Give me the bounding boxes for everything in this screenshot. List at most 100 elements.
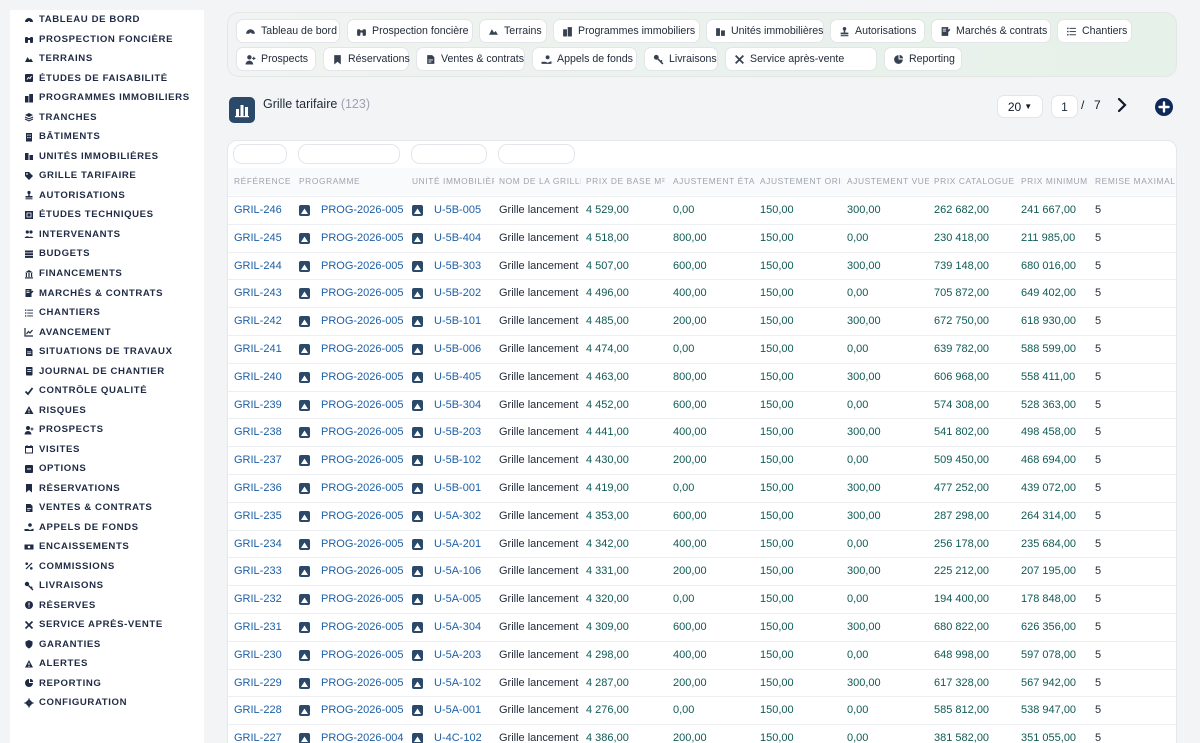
cell-unit[interactable]: U-5A-302 [434,503,494,530]
table-row[interactable]: GRIL-227 PROG-2026-004 U-4C-102 Grille lanc… [228,724,1176,743]
cell-unit[interactable]: U-5B-006 [434,336,494,363]
column-header[interactable]: NOM DE LA GRILLE [499,168,581,195]
column-header[interactable]: PRIX MINIMUM [1021,168,1091,195]
sidebar-item-journal-de-chantier[interactable]: JOURNAL DE CHANTIER [10,361,204,381]
sidebar-item-ventes-contrats[interactable]: VENTES & CONTRATS [10,498,204,518]
sidebar-item-grille-tarifaire[interactable]: GRILLE TARIFAIRE [10,166,204,186]
column-header[interactable]: AJUSTEMENT ORIENTATION [760,168,842,195]
sidebar-item-unites-immobilieres[interactable]: UNITÉS IMMOBILIÈRES [10,147,204,167]
cell-unit[interactable]: U-5B-405 [434,364,494,391]
sidebar-item-service-apres-vente[interactable]: SERVICE APRÈS-VENTE [10,615,204,635]
column-header[interactable]: PRIX CATALOGUE [934,168,1016,195]
column-header[interactable]: PROGRAMME [299,168,407,195]
cell-unit[interactable]: U-5A-005 [434,586,494,613]
sidebar-item-reserves[interactable]: RÉSERVES [10,596,204,616]
cell-programme[interactable]: PROG-2026-005 [321,642,407,669]
sidebar-item-tranches[interactable]: TRANCHES [10,108,204,128]
cell-reference[interactable]: GRIL-230 [234,642,292,669]
table-row[interactable]: GRIL-236 PROG-2026-005 U-5B-001 Grille lanc… [228,474,1176,502]
column-header[interactable]: REMISE MAXIMALE [1095,168,1175,195]
cell-unit[interactable]: U-5A-106 [434,558,494,585]
sidebar-item-etudes-de-faisabilite[interactable]: ÉTUDES DE FAISABILITÉ [10,69,204,89]
cell-reference[interactable]: GRIL-238 [234,419,292,446]
sidebar-item-livraisons[interactable]: LIVRAISONS [10,576,204,596]
sidebar-item-situations-de-travaux[interactable]: SITUATIONS DE TRAVAUX [10,342,204,362]
nav-terrains-button[interactable]: Terrains [479,19,547,43]
sidebar-item-appels-de-fonds[interactable]: APPELS DE FONDS [10,518,204,538]
cell-programme[interactable]: PROG-2026-005 [321,503,407,530]
cell-programme[interactable]: PROG-2026-005 [321,697,407,724]
table-row[interactable]: GRIL-241 PROG-2026-005 U-5B-006 Grille lanc… [228,335,1176,363]
nav-autorisations-button[interactable]: Autorisations [830,19,925,43]
sidebar-item-etudes-techniques[interactable]: ÉTUDES TECHNIQUES [10,205,204,225]
cell-unit[interactable]: U-5A-102 [434,670,494,697]
cell-programme[interactable]: PROG-2026-005 [321,253,407,280]
nav-chantiers-button[interactable]: Chantiers [1057,19,1132,43]
cell-reference[interactable]: GRIL-229 [234,670,292,697]
cell-unit[interactable]: U-5B-101 [434,308,494,335]
cell-programme[interactable]: PROG-2026-005 [321,558,407,585]
nav-livraisons-button[interactable]: Livraisons [644,47,718,71]
cell-programme[interactable]: PROG-2026-005 [321,531,407,558]
column-header[interactable]: UNITÉ IMMOBILIÈRE [412,168,494,195]
cell-reference[interactable]: GRIL-244 [234,253,292,280]
cell-reference[interactable]: GRIL-240 [234,364,292,391]
table-row[interactable]: GRIL-242 PROG-2026-005 U-5B-101 Grille lanc… [228,307,1176,335]
sidebar-item-terrains[interactable]: TERRAINS [10,49,204,69]
table-row[interactable]: GRIL-244 PROG-2026-005 U-5B-303 Grille lanc… [228,251,1176,280]
sidebar-item-autorisations[interactable]: AUTORISATIONS [10,186,204,206]
sidebar-item-prospection-fonciere[interactable]: PROSPECTION FONCIÈRE [10,30,204,50]
column-header[interactable]: AJUSTEMENT VUE [847,168,929,195]
nav-ventes-contrats-button[interactable]: Ventes & contrats [416,47,525,71]
sidebar-item-options[interactable]: OPTIONS [10,459,204,479]
column-header[interactable]: RÉFÉRENCE [234,168,292,195]
nav-appels-de-fonds-button[interactable]: Appels de fonds [532,47,637,71]
table-row[interactable]: GRIL-237 PROG-2026-005 U-5B-102 Grille lanc… [228,446,1176,474]
sidebar-item-marches-contrats[interactable]: MARCHÉS & CONTRATS [10,283,204,303]
cell-programme[interactable]: PROG-2026-005 [321,419,407,446]
add-record-button[interactable] [1155,98,1173,116]
page-size-select[interactable]: 20 ▼ [997,95,1043,118]
sidebar-item-reporting[interactable]: REPORTING [10,674,204,694]
filter-unit-input[interactable] [411,144,487,164]
table-row[interactable]: GRIL-234 PROG-2026-005 U-5A-201 Grille lanc… [228,529,1176,558]
column-header[interactable]: AJUSTEMENT ÉTAGE [673,168,755,195]
cell-reference[interactable]: GRIL-236 [234,475,292,502]
cell-reference[interactable]: GRIL-239 [234,392,292,419]
cell-programme[interactable]: PROG-2026-005 [321,308,407,335]
cell-programme[interactable]: PROG-2026-005 [321,225,407,252]
cell-unit[interactable]: U-5A-203 [434,642,494,669]
cell-reference[interactable]: GRIL-243 [234,280,292,307]
cell-reference[interactable]: GRIL-246 [234,197,292,224]
table-row[interactable]: GRIL-231 PROG-2026-005 U-5A-304 Grille lanc… [228,613,1176,641]
cell-unit[interactable]: U-5B-202 [434,280,494,307]
cell-unit[interactable]: U-5A-001 [434,697,494,724]
cell-programme[interactable]: PROG-2026-005 [321,197,407,224]
filter-grid-name-input[interactable] [498,144,575,164]
cell-reference[interactable]: GRIL-233 [234,558,292,585]
nav-prospects-button[interactable]: Prospects [236,47,316,71]
cell-reference[interactable]: GRIL-241 [234,336,292,363]
nav-prospection-fonciere-button[interactable]: Prospection foncière [347,19,473,43]
sidebar-item-configuration[interactable]: CONFIGURATION [10,693,204,713]
sidebar-item-tableau-de-bord[interactable]: TABLEAU DE BORD [10,10,204,30]
table-row[interactable]: GRIL-243 PROG-2026-005 U-5B-202 Grille lanc… [228,279,1176,307]
table-row[interactable]: GRIL-240 PROG-2026-005 U-5B-405 Grille lanc… [228,362,1176,391]
nav-tableau-de-bord-button[interactable]: Tableau de bord [236,19,340,43]
cell-programme[interactable]: PROG-2026-005 [321,670,407,697]
cell-unit[interactable]: U-5A-304 [434,614,494,641]
nav-unites-immobilieres-button[interactable]: Unités immobilières [706,19,824,43]
cell-reference[interactable]: GRIL-232 [234,586,292,613]
cell-reference[interactable]: GRIL-237 [234,447,292,474]
sidebar-item-garanties[interactable]: GARANTIES [10,635,204,655]
table-row[interactable]: GRIL-246 PROG-2026-005 U-5B-005 Grille lanc… [228,196,1176,224]
sidebar-item-prospects[interactable]: PROSPECTS [10,420,204,440]
nav-marches-contrats-button[interactable]: Marchés & contrats [931,19,1051,43]
cell-reference[interactable]: GRIL-228 [234,697,292,724]
sidebar-item-alertes[interactable]: ALERTES [10,654,204,674]
sidebar-item-risques[interactable]: RISQUES [10,400,204,420]
table-row[interactable]: GRIL-235 PROG-2026-005 U-5A-302 Grille lanc… [228,501,1176,530]
sidebar-item-encaissements[interactable]: ENCAISSEMENTS [10,537,204,557]
cell-reference[interactable]: GRIL-235 [234,503,292,530]
cell-programme[interactable]: PROG-2026-005 [321,336,407,363]
